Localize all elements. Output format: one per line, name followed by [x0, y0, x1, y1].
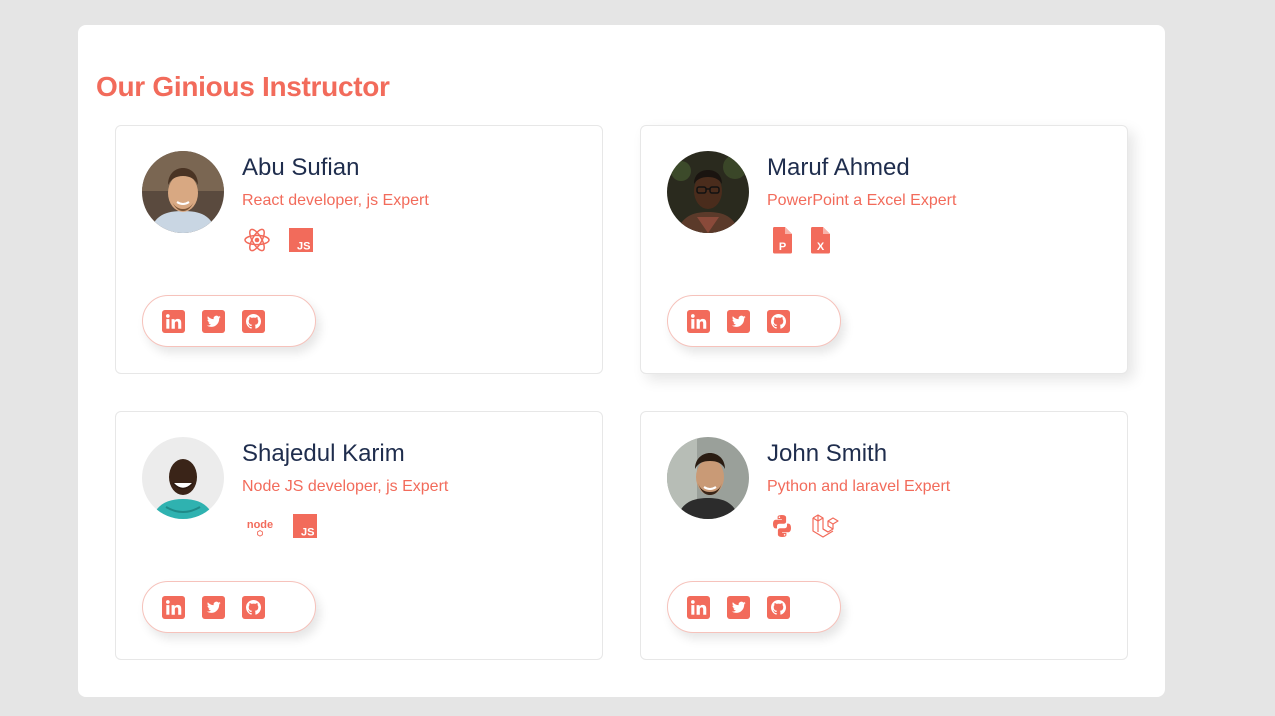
- github-icon[interactable]: [767, 596, 790, 619]
- section-title: Our Ginious Instructor: [96, 71, 390, 102]
- powerpoint-file-icon: [767, 226, 797, 254]
- nodejs-icon: [242, 512, 278, 540]
- avatar: [667, 151, 749, 233]
- skills-list: [767, 226, 835, 254]
- react-icon: [242, 226, 272, 254]
- skills-list: [767, 512, 839, 540]
- instructor-role: Node JS developer, js Expert: [242, 478, 449, 495]
- instructor-role: React developer, js Expert: [242, 192, 429, 209]
- excel-file-icon: [805, 226, 835, 254]
- instructors-panel: Our Ginious Instructor Abu Sufian React …: [78, 25, 1165, 697]
- laravel-icon: [809, 512, 839, 540]
- instructor-name: Maruf Ahmed: [767, 154, 910, 181]
- twitter-icon[interactable]: [727, 310, 750, 333]
- instructor-card-john-smith: John Smith Python and laravel Expert: [640, 411, 1128, 660]
- instructor-card-abu-sufian: Abu Sufian React developer, js Expert: [115, 125, 603, 374]
- skills-list: [242, 226, 316, 254]
- instructor-role: Python and laravel Expert: [767, 478, 951, 495]
- social-links: [667, 295, 841, 347]
- linkedin-icon[interactable]: [687, 596, 710, 619]
- instructor-name: Shajedul Karim: [242, 440, 405, 467]
- github-icon[interactable]: [767, 310, 790, 333]
- python-icon: [767, 512, 797, 540]
- instructor-role: PowerPoint a Excel Expert: [767, 192, 957, 209]
- social-links: [142, 581, 316, 633]
- javascript-icon: [286, 226, 316, 254]
- instructor-card-maruf-ahmed: Maruf Ahmed PowerPoint a Excel Expert: [640, 125, 1128, 374]
- instructor-name: Abu Sufian: [242, 154, 360, 181]
- avatar: [667, 437, 749, 519]
- social-links: [667, 581, 841, 633]
- avatar: [142, 437, 224, 519]
- linkedin-icon[interactable]: [162, 310, 185, 333]
- instructor-name: John Smith: [767, 440, 888, 467]
- javascript-icon: [290, 512, 320, 540]
- skills-list: [242, 512, 320, 540]
- linkedin-icon[interactable]: [162, 596, 185, 619]
- github-icon[interactable]: [242, 310, 265, 333]
- social-links: [142, 295, 316, 347]
- twitter-icon[interactable]: [202, 596, 225, 619]
- github-icon[interactable]: [242, 596, 265, 619]
- twitter-icon[interactable]: [202, 310, 225, 333]
- instructor-card-shajedul-karim: Shajedul Karim Node JS developer, js Exp…: [115, 411, 603, 660]
- avatar: [142, 151, 224, 233]
- linkedin-icon[interactable]: [687, 310, 710, 333]
- twitter-icon[interactable]: [727, 596, 750, 619]
